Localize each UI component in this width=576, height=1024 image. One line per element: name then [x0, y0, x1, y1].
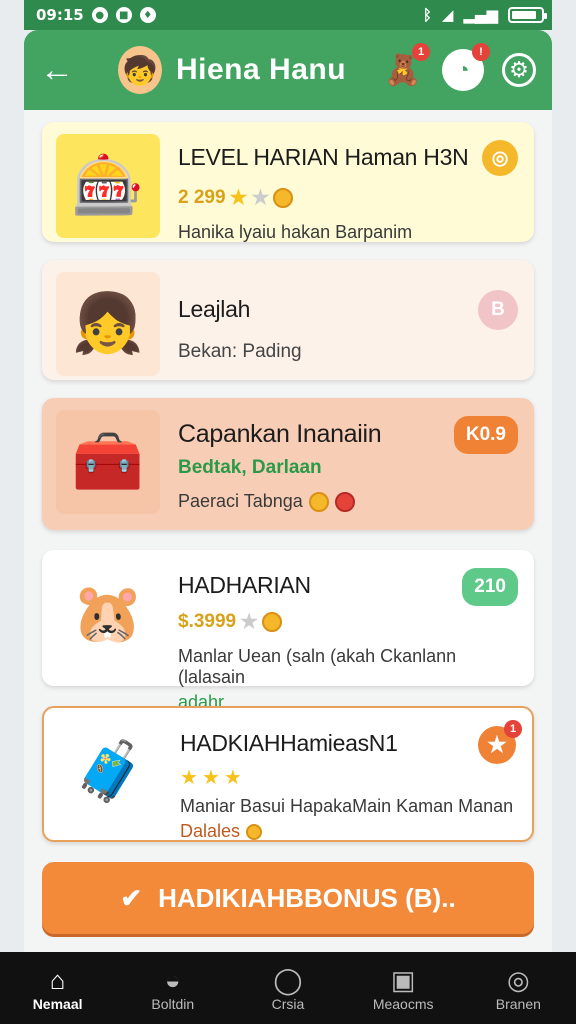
battery-level [512, 11, 536, 19]
card-title: Leajlah [178, 296, 251, 322]
nav-item-boltdin[interactable]: ◒ Boltdin [123, 964, 223, 1013]
card-subtitle: Bedtak, Darlaan [178, 457, 322, 478]
star-icon: ★ [223, 767, 242, 789]
bonus-button[interactable]: ✔ HADIKIAHBBONUS (B).. [42, 862, 534, 934]
inbox-icon: ◒ [164, 964, 181, 995]
signal-icon: ▂▄▆ [463, 6, 498, 24]
bluetooth-icon: ᛒ [422, 6, 432, 24]
nav-item-home[interactable]: ⌂ Nemaal [8, 964, 108, 1013]
card-pill: B [478, 290, 518, 330]
character-notification-button[interactable]: 🧸 1 [382, 43, 430, 91]
nav-label: Branen [495, 996, 541, 1012]
star-icon: ★ [240, 611, 259, 633]
task-card-leajlah[interactable]: 👧 Leajlah Bekan: Pading B [42, 260, 534, 380]
coin-icon [308, 491, 329, 512]
nav-label: Crsia [271, 996, 305, 1012]
chat-bubble-icon: ◯ [273, 964, 303, 995]
phone-screen: 09:15 ● ■ ♦ ᛒ ◢ ▂▄▆ ← 🧒 Hiena Hanu 🧸 1 ◔!… [0, 0, 576, 1024]
mascot-avatar: 🧒 [118, 46, 162, 94]
toolbox-icon: 🧳 [58, 720, 162, 824]
nav-label: Meaocms [372, 996, 434, 1012]
bonus-label: HADIKIAHBBONUS (B).. [158, 882, 456, 913]
slot-machine-icon: 🎰 [56, 134, 160, 238]
profile-icon: ◎ [507, 964, 530, 995]
chat-button[interactable]: ◔! [442, 43, 490, 91]
notification-badge: 1 [412, 43, 430, 61]
nav-item-meaocms[interactable]: ▣ Meaocms [353, 964, 453, 1013]
app-header: ← 🧒 Hiena Hanu 🧸 1 ◔! ⚙ [24, 30, 552, 110]
card-description: Hanika lyaiu hakan Barpanim [178, 222, 413, 242]
card-description-more: Dalales [180, 821, 241, 841]
card-points: 2 299 [178, 186, 226, 208]
task-card-capankan[interactable]: 🧰 Capankan Inanaiin Bedtak, Darlaan Paer… [42, 398, 534, 530]
task-list: 🎰 LEVEL HARIAN Haman H3N 2 299 ★ ★ Hanik… [24, 110, 552, 952]
bottom-nav: ⌂ Nemaal ◒ Boltdin ◯ Crsia ▣ Meaocms ◎ B… [0, 952, 576, 1024]
checkmark-icon: ✔ [120, 882, 143, 913]
star-icon: ★ [201, 767, 220, 789]
task-card-level-harian[interactable]: 🎰 LEVEL HARIAN Haman H3N 2 299 ★ ★ Hanik… [42, 122, 534, 242]
star-icon: ★ [229, 187, 248, 209]
card-title: LEVEL HARIAN Haman H3N [178, 144, 469, 170]
hamster-headphones-icon: 🐹 [56, 562, 160, 666]
card-pill: K0.9 [453, 416, 518, 454]
card-status: Bekan: Pading [178, 341, 302, 362]
nav-item-crsia[interactable]: ◯ Crsia [238, 964, 338, 1013]
coin-icon [273, 187, 294, 208]
card-description: Manlar Uean (saln (akah Ckanlann (lalasa… [178, 646, 457, 687]
settings-gear-icon[interactable]: ⚙ [502, 53, 536, 87]
coin-badge-icon: ◎ [482, 140, 518, 176]
image-icon: ■ [115, 7, 132, 23]
red-gem-icon [334, 491, 355, 512]
coin-icon [246, 823, 263, 840]
wifi-icon: ◢ [441, 6, 454, 24]
status-bar: 09:15 ● ■ ♦ ᛒ ◢ ▂▄▆ [24, 0, 552, 30]
star-badge-icon: ★ 1 [478, 720, 522, 764]
card-pill: 210 [462, 568, 518, 606]
shield-icon: ♦ [139, 7, 156, 23]
back-arrow-icon[interactable]: ← [40, 51, 84, 90]
card-description: Maniar Basui HapakaMain Kaman Manan [180, 796, 514, 816]
battery-icon [508, 7, 547, 23]
card-price: $.3999 [178, 610, 237, 632]
nav-label: Boltdin [151, 996, 195, 1012]
home-icon: ⌂ [49, 964, 66, 995]
notification-icon: ● [91, 7, 108, 23]
treasure-chest-icon: 🧰 [56, 410, 160, 514]
card-description: Paeraci Tabnga [178, 491, 303, 511]
girl-avatar-icon: 👧 [56, 272, 160, 376]
star-icon: ★ [180, 767, 198, 789]
card-title: HADKIAHHamieasN1 [180, 730, 398, 756]
nav-item-branen[interactable]: ◎ Branen [468, 964, 568, 1013]
notification-badge: ! [472, 43, 490, 61]
task-card-hadharian[interactable]: 🐹 HADHARIAN $.3999 ★ Manlar Uean (saln (… [42, 550, 534, 712]
messages-icon: ▣ [390, 964, 416, 995]
coin-icon [262, 611, 283, 632]
page-title: Hiena Hanu [176, 53, 347, 86]
status-time: 09:15 [36, 6, 84, 24]
notification-badge: 1 [504, 720, 522, 738]
nav-label: Nemaal [32, 996, 83, 1012]
star-icon: ★ [251, 187, 270, 209]
task-card-hadkiah[interactable]: 🧳 HADKIAHHamieasN1 ★ ★ ★ Maniar Basui Ha… [42, 706, 534, 842]
